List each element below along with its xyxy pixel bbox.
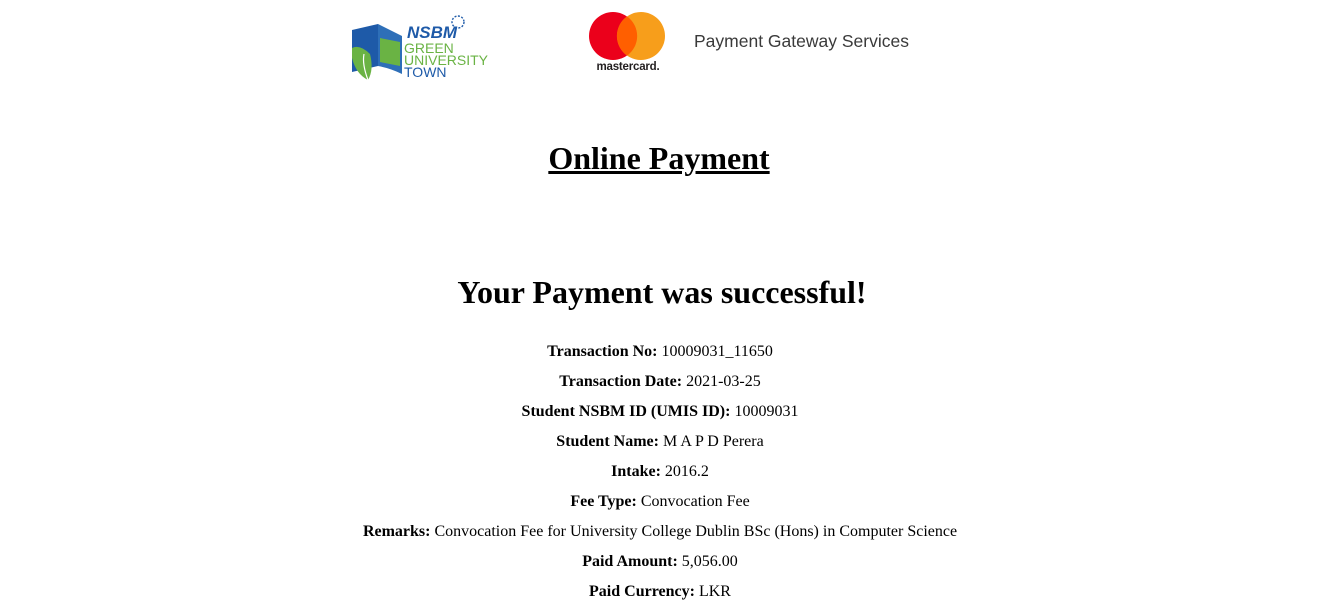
detail-label: Paid Currency:: [589, 583, 695, 600]
nsbm-logo: NSBM GREEN UNIVERSITY TOWN: [350, 14, 510, 84]
detail-fee-type: Fee Type: Convocation Fee: [0, 487, 1320, 517]
detail-intake: Intake: 2016.2: [0, 457, 1320, 487]
detail-value: 5,056.00: [681, 553, 738, 570]
detail-value: 2016.2: [664, 463, 709, 480]
mastercard-wordmark: mastercard.: [596, 61, 660, 73]
mastercard-logo: mastercard.: [586, 12, 670, 76]
detail-label: Intake:: [611, 463, 661, 480]
detail-student-name: Student Name: M A P D Perera: [0, 427, 1320, 457]
detail-value: Convocation Fee: [640, 493, 750, 510]
detail-paid-amount: Paid Amount: 5,056.00: [0, 547, 1320, 577]
detail-label: Fee Type:: [570, 493, 637, 510]
detail-value: M A P D Perera: [662, 433, 764, 450]
detail-transaction-no: Transaction No: 10009031_11650: [0, 337, 1320, 367]
detail-label: Student Name:: [556, 433, 659, 450]
detail-value: Convocation Fee for University College D…: [434, 523, 958, 540]
detail-transaction-date: Transaction Date: 2021-03-25: [0, 367, 1320, 397]
detail-value: 2021-03-25: [686, 373, 761, 390]
detail-remarks: Remarks: Convocation Fee for University …: [0, 517, 1320, 547]
detail-label: Remarks:: [362, 523, 431, 540]
detail-value: 10009031_11650: [661, 343, 773, 360]
nsbm-line-3: TOWN: [404, 64, 447, 80]
detail-value: 10009031: [734, 403, 799, 420]
detail-label: Transaction No:: [547, 343, 658, 360]
detail-student-id: Student NSBM ID (UMIS ID): 10009031: [0, 397, 1320, 427]
detail-label: Transaction Date:: [559, 373, 683, 390]
transaction-details: Transaction No: 10009031_11650 Transacti…: [0, 337, 1320, 607]
detail-label: Paid Amount:: [582, 553, 678, 570]
detail-value: LKR: [698, 583, 731, 600]
payment-gateway-services-label: Payment Gateway Services: [694, 31, 909, 51]
detail-paid-currency: Paid Currency: LKR: [0, 577, 1320, 607]
page-title: Online Payment: [548, 140, 770, 176]
detail-label: Student NSBM ID (UMIS ID):: [521, 403, 731, 420]
success-message: Your Payment was successful!: [457, 274, 867, 310]
